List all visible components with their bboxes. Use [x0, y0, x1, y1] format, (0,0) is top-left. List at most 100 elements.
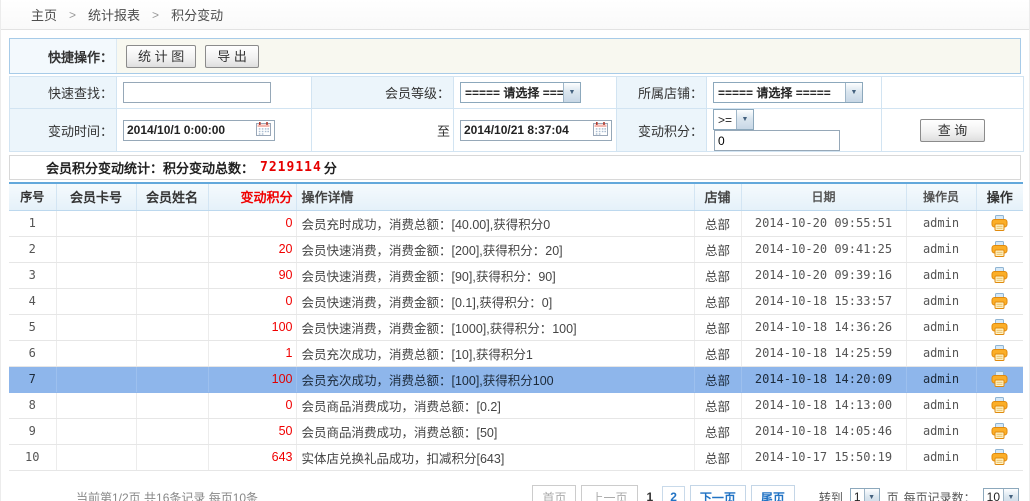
- breadcrumb: 主页 > 统计报表 > 积分变动: [1, 0, 1029, 30]
- date-from-input[interactable]: 2014/10/1 0:00:00: [123, 120, 275, 141]
- cell-shop: 总部: [694, 236, 741, 262]
- cell-member-name: [136, 418, 208, 444]
- breadcrumb-current: 积分变动: [171, 5, 223, 24]
- cell-card-number: [56, 314, 136, 340]
- points-table-body: 10会员充时成功，消费总额：[40.00],获得积分0总部2014-10-20 …: [9, 210, 1023, 470]
- cell-index: 2: [9, 236, 56, 262]
- print-button[interactable]: [991, 345, 1008, 361]
- table-row[interactable]: 220会员快速消费，消费金额：[200],获得积分：20]总部2014-10-2…: [9, 236, 1023, 262]
- calendar-icon[interactable]: [593, 122, 608, 136]
- summary-total: 7219114: [260, 160, 322, 175]
- printer-icon: [991, 241, 1008, 257]
- chart-button[interactable]: 统 计 图: [126, 45, 196, 68]
- print-button[interactable]: [991, 241, 1008, 257]
- table-row[interactable]: 950会员商品消费成功，消费总额：[50]总部2014-10-18 14:05:…: [9, 418, 1023, 444]
- current-page-number: 1: [643, 487, 658, 501]
- cell-index: 5: [9, 314, 56, 340]
- points-operator-value: >=: [714, 110, 736, 129]
- calendar-icon[interactable]: [256, 122, 271, 136]
- cell-operator: admin: [906, 418, 976, 444]
- print-button[interactable]: [991, 449, 1008, 465]
- last-page-button[interactable]: 尾页: [751, 485, 795, 501]
- cell-member-name: [136, 262, 208, 288]
- table-row[interactable]: 7100会员充次成功，消费总额：[100],获得积分100总部2014-10-1…: [9, 366, 1023, 392]
- print-button[interactable]: [991, 215, 1008, 231]
- quick-search-input[interactable]: [123, 82, 271, 103]
- table-row[interactable]: 5100会员快速消费，消费金额：[1000],获得积分：100]总部2014-1…: [9, 314, 1023, 340]
- table-row[interactable]: 61会员充次成功，消费总额：[10],获得积分1总部2014-10-18 14:…: [9, 340, 1023, 366]
- cell-actions: [976, 262, 1023, 288]
- print-button[interactable]: [991, 319, 1008, 335]
- export-button[interactable]: 导 出: [205, 45, 259, 68]
- print-button[interactable]: [991, 397, 1008, 413]
- column-header: 会员卡号: [56, 183, 136, 210]
- print-button[interactable]: [991, 293, 1008, 309]
- cell-shop: 总部: [694, 262, 741, 288]
- cell-member-name: [136, 236, 208, 262]
- printer-icon: [991, 423, 1008, 439]
- pagination-controls: 首页 上一页 1 2 下一页 尾页 转到 1 ▼ 页 每页记录数： 10 ▼: [532, 485, 1021, 501]
- printer-icon: [991, 319, 1008, 335]
- cell-member-name: [136, 288, 208, 314]
- date-to-input[interactable]: 2014/10/21 8:37:04: [460, 120, 612, 141]
- filter-form: 快速查找： 会员等级： ===== 请选择 ===== ▼ 所属店铺： ====…: [9, 76, 1024, 152]
- cell-card-number: [56, 236, 136, 262]
- printer-icon: [991, 267, 1008, 283]
- column-header: 操作: [976, 183, 1023, 210]
- pagesize-select[interactable]: 10 ▼: [983, 488, 1019, 501]
- cell-index: 3: [9, 262, 56, 288]
- print-button[interactable]: [991, 267, 1008, 283]
- cell-detail: 会员商品消费成功，消费总额：[0.2]: [296, 392, 694, 418]
- points-operator-select[interactable]: >= ▼: [713, 109, 754, 130]
- cell-card-number: [56, 210, 136, 236]
- table-row[interactable]: 80会员商品消费成功，消费总额：[0.2]总部2014-10-18 14:13:…: [9, 392, 1023, 418]
- table-row[interactable]: 10会员充时成功，消费总额：[40.00],获得积分0总部2014-10-20 …: [9, 210, 1023, 236]
- prev-page-button[interactable]: 上一页: [581, 485, 637, 501]
- breadcrumb-reports[interactable]: 统计报表: [88, 5, 140, 24]
- first-page-button[interactable]: 首页: [532, 485, 576, 501]
- cell-shop: 总部: [694, 340, 741, 366]
- chevron-down-icon: ▼: [736, 110, 753, 129]
- column-header: 会员姓名: [136, 183, 208, 210]
- cell-index: 8: [9, 392, 56, 418]
- quick-actions-bar: 快捷操作： 统 计 图 导 出: [9, 38, 1021, 74]
- shop-select-value: ===== 请选择 =====: [714, 83, 845, 102]
- cell-points-change: 100: [208, 366, 296, 392]
- print-button[interactable]: [991, 371, 1008, 387]
- date-to-calendar[interactable]: [593, 122, 608, 139]
- cell-member-name: [136, 392, 208, 418]
- member-level-select[interactable]: ===== 请选择 ===== ▼: [460, 82, 581, 103]
- cell-operator: admin: [906, 236, 976, 262]
- shop-label: 所属店铺：: [617, 77, 707, 109]
- table-row[interactable]: 390会员快速消费，消费金额：[90],获得积分：90]总部2014-10-20…: [9, 262, 1023, 288]
- shop-select[interactable]: ===== 请选择 ===== ▼: [713, 82, 863, 103]
- cell-actions: [976, 288, 1023, 314]
- cell-shop: 总部: [694, 366, 741, 392]
- cell-member-name: [136, 444, 208, 470]
- goto-page-select[interactable]: 1 ▼: [850, 488, 880, 501]
- print-button[interactable]: [991, 423, 1008, 439]
- page-2-button[interactable]: 2: [662, 486, 685, 501]
- cell-date: 2014-10-18 15:33:57: [741, 288, 906, 314]
- pagesize-value: 10: [984, 489, 1003, 501]
- query-button[interactable]: 查 询: [920, 119, 986, 142]
- printer-icon: [991, 215, 1008, 231]
- date-from-calendar[interactable]: [256, 122, 271, 139]
- cell-shop: 总部: [694, 288, 741, 314]
- pagesize-label: 每页记录数：: [904, 489, 976, 501]
- goto-page-value: 1: [851, 489, 864, 501]
- cell-actions: [976, 236, 1023, 262]
- table-row[interactable]: 40会员快速消费，消费金额：[0.1],获得积分：0]总部2014-10-18 …: [9, 288, 1023, 314]
- column-header: 日期: [741, 183, 906, 210]
- cell-points-change: 100: [208, 314, 296, 340]
- breadcrumb-separator: >: [152, 8, 159, 22]
- cell-detail: 会员充时成功，消费总额：[40.00],获得积分0: [296, 210, 694, 236]
- next-page-button[interactable]: 下一页: [690, 485, 746, 501]
- points-value-input[interactable]: [714, 130, 840, 151]
- table-row[interactable]: 10643实体店兑换礼品成功，扣减积分[643]总部2014-10-17 15:…: [9, 444, 1023, 470]
- cell-date: 2014-10-20 09:41:25: [741, 236, 906, 262]
- cell-points-change: 643: [208, 444, 296, 470]
- breadcrumb-home[interactable]: 主页: [31, 5, 57, 24]
- cell-index: 4: [9, 288, 56, 314]
- summary-unit: 分: [324, 158, 337, 177]
